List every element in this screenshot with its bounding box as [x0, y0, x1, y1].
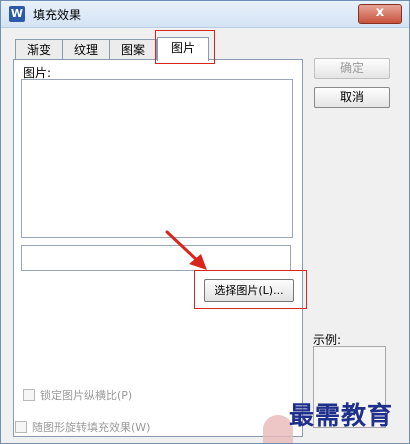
fill-effects-dialog: W 填充效果 x 渐变 纹理 图案 图片 图片: 选择图片(L)... 锁定图片… [0, 0, 410, 444]
rotate-with-shape-option[interactable]: 随图形旋转填充效果(W) [15, 419, 150, 435]
dialog-title: 填充效果 [33, 8, 82, 22]
tab-gradient[interactable]: 渐变 [15, 39, 63, 60]
wps-writer-icon: W [9, 6, 25, 22]
lock-aspect-ratio-checkbox[interactable] [23, 389, 35, 401]
lock-aspect-ratio-label: 锁定图片纵横比(P) [40, 389, 133, 402]
picture-name-field [21, 245, 291, 271]
tab-highlight-box [155, 30, 215, 64]
picture-preview-area [21, 79, 293, 238]
rotate-with-shape-label: 随图形旋转填充效果(W) [32, 421, 151, 434]
pointer-arrow-icon [165, 230, 207, 270]
cancel-button[interactable]: 取消 [314, 87, 390, 108]
tab-pattern[interactable]: 图案 [109, 39, 157, 60]
lock-aspect-ratio-option[interactable]: 锁定图片纵横比(P) [23, 387, 132, 403]
ok-button[interactable]: 确定 [314, 58, 390, 79]
title-bar[interactable]: W 填充效果 x [1, 1, 409, 28]
close-button[interactable]: x [358, 4, 402, 24]
rotate-with-shape-checkbox[interactable] [15, 421, 27, 433]
watermark-text: 最需教育 [289, 401, 394, 430]
tab-texture[interactable]: 纹理 [62, 39, 110, 60]
